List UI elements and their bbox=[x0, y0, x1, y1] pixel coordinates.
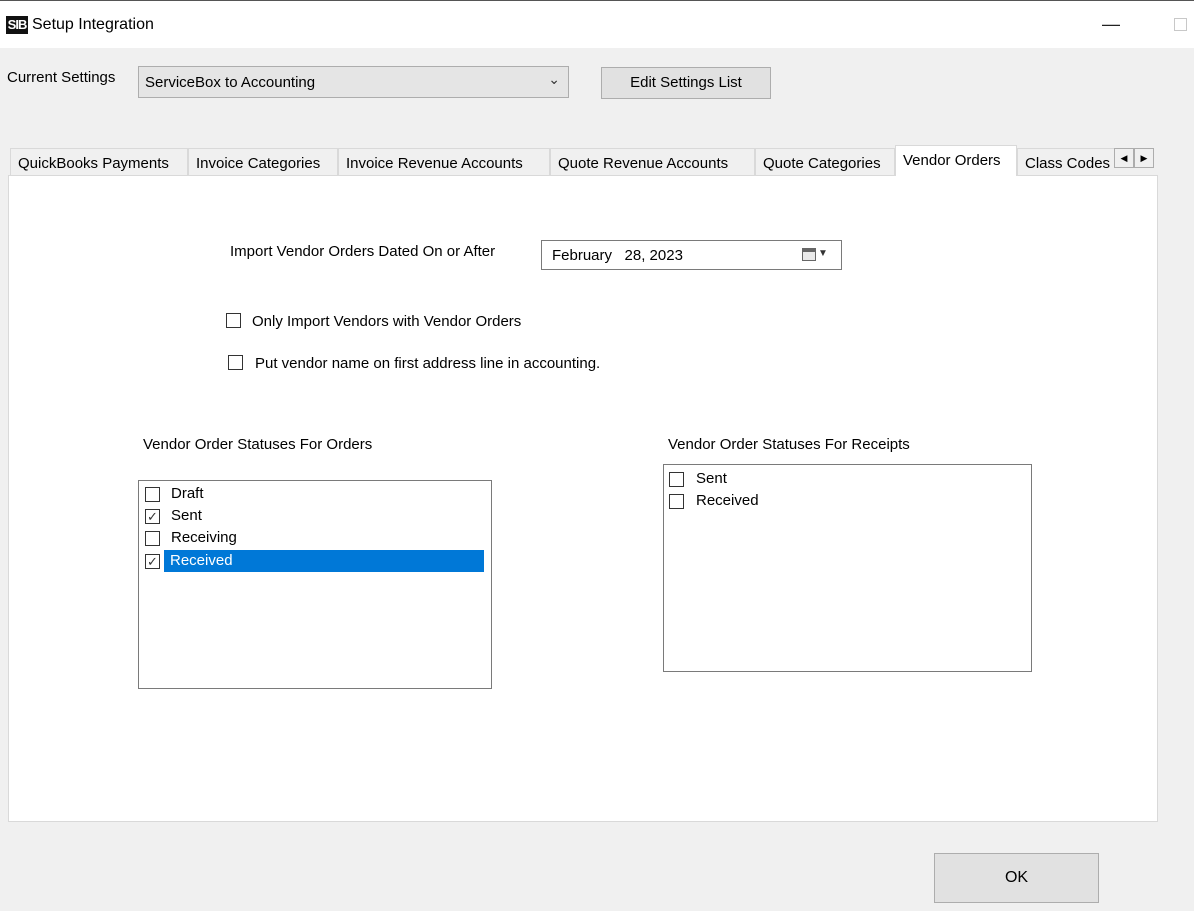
list-item-label: Received bbox=[164, 550, 484, 572]
tab-invoice-revenue-accounts[interactable]: Invoice Revenue Accounts bbox=[338, 148, 550, 176]
put-vendor-name-label: Put vendor name on first address line in… bbox=[255, 355, 601, 372]
dropdown-arrow-icon: ▼ bbox=[818, 248, 828, 259]
list-item-label: Receiving bbox=[171, 529, 237, 546]
current-settings-label: Current Settings bbox=[7, 69, 116, 86]
only-import-vendors-label: Only Import Vendors with Vendor Orders bbox=[252, 313, 522, 330]
receipts-statuses-heading: Vendor Order Statuses For Receipts bbox=[668, 436, 910, 453]
orders-statuses-heading: Vendor Order Statuses For Orders bbox=[143, 436, 373, 453]
orders-statuses-list[interactable]: Draft ✓ Sent Receiving ✓ Received bbox=[138, 480, 492, 689]
minimize-button[interactable]: — bbox=[1098, 13, 1124, 35]
put-vendor-name-checkbox[interactable] bbox=[228, 355, 243, 370]
list-item-label: Draft bbox=[171, 485, 204, 502]
draft-checkbox[interactable] bbox=[145, 487, 160, 502]
tab-invoice-categories[interactable]: Invoice Categories bbox=[188, 148, 338, 176]
list-item-label: Sent bbox=[696, 470, 727, 487]
list-item-label: Received bbox=[696, 492, 759, 509]
app-logo-icon: SIB bbox=[6, 16, 28, 34]
tab-vendor-orders[interactable]: Vendor Orders bbox=[895, 145, 1017, 176]
tab-quote-categories[interactable]: Quote Categories bbox=[755, 148, 895, 176]
tab-scroll-left-icon[interactable]: ◀ bbox=[1114, 148, 1134, 168]
list-item[interactable]: Draft bbox=[139, 483, 491, 505]
receipts-statuses-list[interactable]: Sent Received bbox=[663, 464, 1032, 672]
list-item[interactable]: Sent bbox=[664, 468, 1031, 490]
maximize-button[interactable] bbox=[1174, 18, 1187, 31]
title-bar: SIB Setup Integration — bbox=[0, 0, 1194, 48]
import-date-picker[interactable]: February 28, 2023 ▼ bbox=[541, 240, 842, 270]
list-item-label: Sent bbox=[171, 507, 202, 524]
tab-scroll-right-icon[interactable]: ▶ bbox=[1134, 148, 1154, 168]
import-date-label: Import Vendor Orders Dated On or After bbox=[230, 243, 496, 260]
receiving-checkbox[interactable] bbox=[145, 531, 160, 546]
import-date-value: February 28, 2023 bbox=[552, 247, 683, 264]
list-item[interactable]: ✓ Sent bbox=[139, 505, 491, 527]
list-item[interactable]: ✓ Received bbox=[139, 550, 491, 572]
current-settings-dropdown[interactable]: ServiceBox to Accounting ⌄ bbox=[138, 66, 569, 98]
tab-class-codes[interactable]: Class Codes bbox=[1017, 148, 1122, 176]
receipt-sent-checkbox[interactable] bbox=[669, 472, 684, 487]
edit-settings-list-button[interactable]: Edit Settings List bbox=[601, 67, 771, 99]
ok-button[interactable]: OK bbox=[934, 853, 1099, 903]
sent-checkbox[interactable]: ✓ bbox=[145, 509, 160, 524]
chevron-down-icon: ⌄ bbox=[548, 71, 560, 87]
window-title: Setup Integration bbox=[32, 16, 154, 33]
calendar-icon bbox=[802, 248, 816, 261]
receipt-received-checkbox[interactable] bbox=[669, 494, 684, 509]
tab-quote-revenue-accounts[interactable]: Quote Revenue Accounts bbox=[550, 148, 755, 176]
list-item[interactable]: Received bbox=[664, 490, 1031, 512]
tab-quickbooks-payments[interactable]: QuickBooks Payments bbox=[10, 148, 188, 176]
current-settings-value: ServiceBox to Accounting bbox=[145, 74, 316, 91]
tab-strip: QuickBooks Payments Invoice Categories I… bbox=[10, 145, 1122, 176]
received-checkbox[interactable]: ✓ bbox=[145, 554, 160, 569]
only-import-vendors-checkbox[interactable] bbox=[226, 313, 241, 328]
list-item[interactable]: Receiving bbox=[139, 527, 491, 549]
